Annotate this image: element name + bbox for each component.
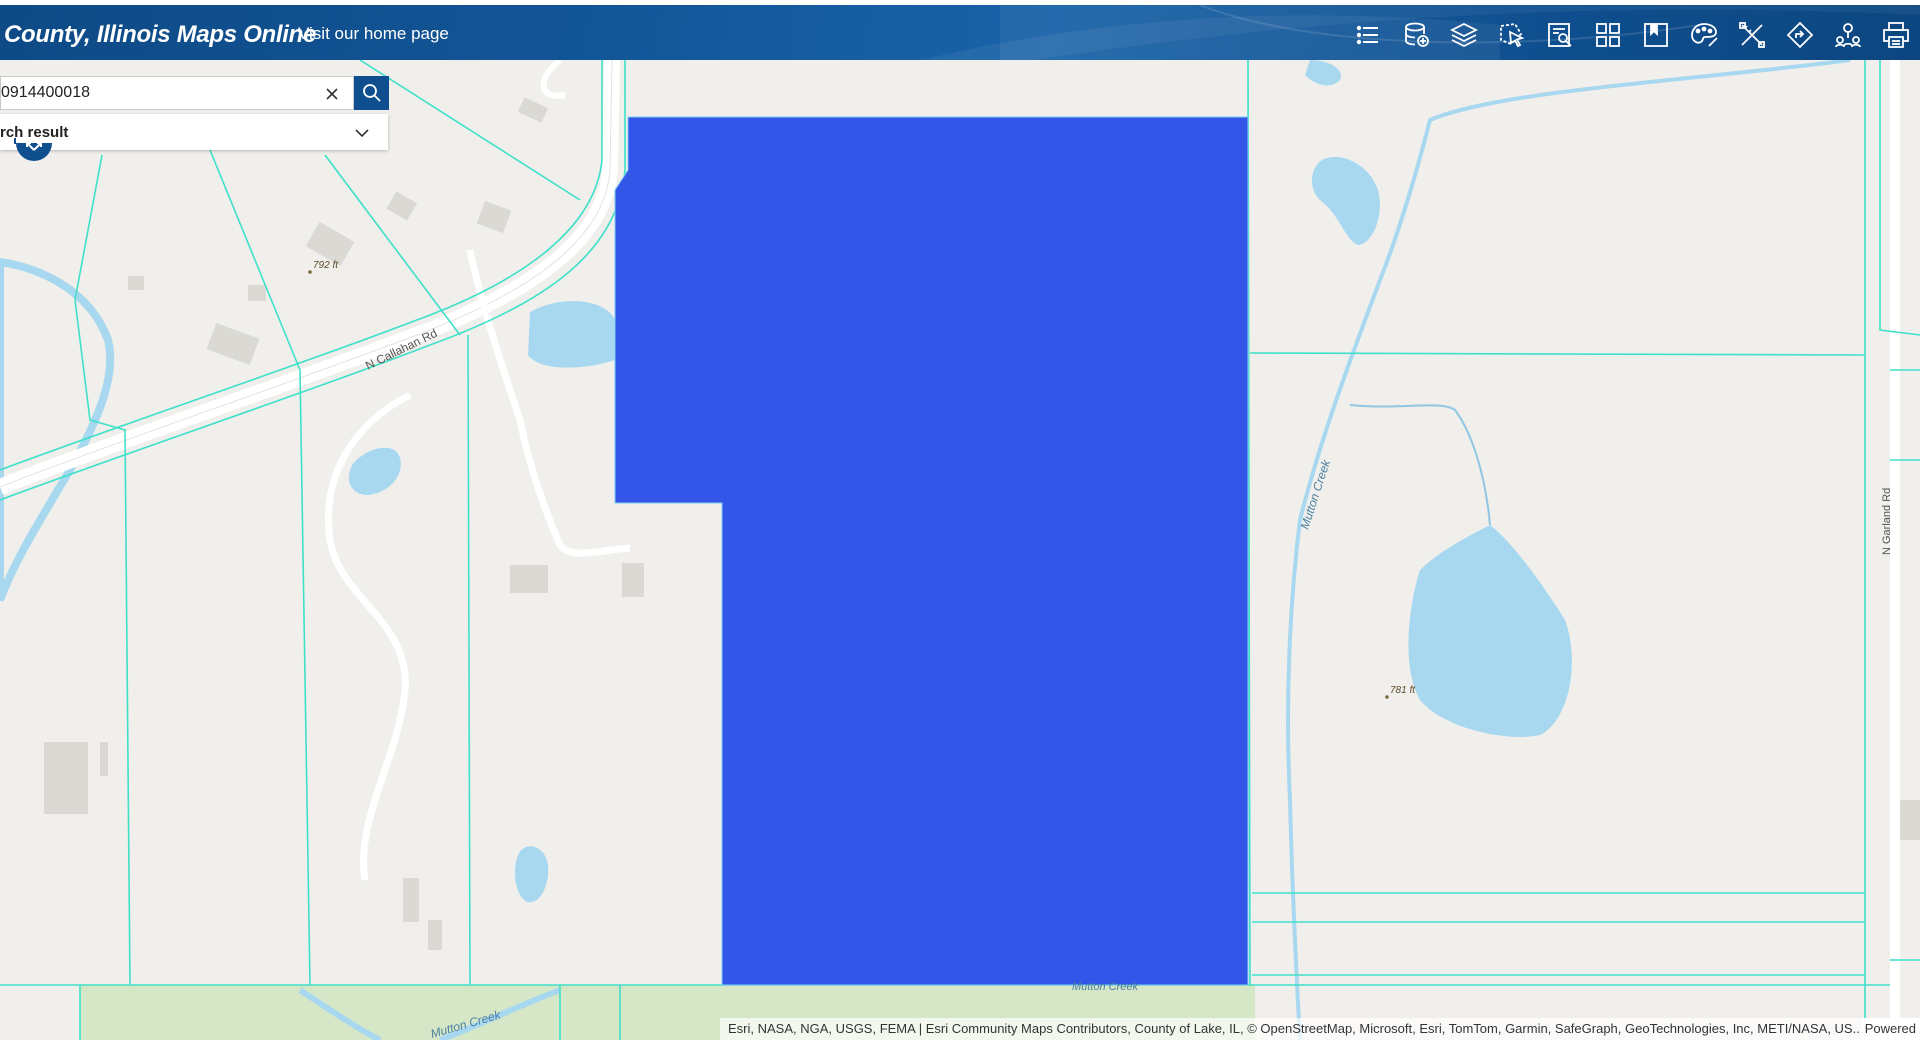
map-view[interactable]: N Callahan Rd N Garland Rd Mutton Creek … [0, 60, 1920, 1040]
toolbar-bookmark-button[interactable] [1632, 13, 1680, 57]
directions-icon [1786, 21, 1814, 49]
app-title: County, Illinois Maps Online [4, 21, 317, 48]
toolbar-draw-button[interactable] [1680, 13, 1728, 57]
basemap[interactable]: N Callahan Rd N Garland Rd Mutton Creek … [0, 60, 1920, 1040]
elevation-point-1 [308, 270, 312, 274]
grid-icon [1596, 23, 1620, 47]
clear-search-icon[interactable] [321, 83, 343, 105]
toolbar-add-data-button[interactable] [1392, 13, 1440, 57]
toolbar-measure-button[interactable] [1728, 13, 1776, 57]
toolbar-basemap-gallery-button[interactable] [1584, 13, 1632, 57]
print-icon [1883, 22, 1909, 48]
search-result-dropdown[interactable]: rch result [0, 114, 388, 150]
database-add-icon [1405, 22, 1429, 47]
selected-parcel[interactable] [614, 116, 1249, 986]
cul-de-sac [540, 60, 566, 99]
toolbar-directions-button[interactable] [1776, 13, 1824, 57]
pond-south [515, 846, 549, 903]
creek-label-1: Mutton Creek [1298, 457, 1334, 531]
pond-small [348, 447, 401, 495]
pond-east-north [1311, 156, 1380, 245]
search-icon [362, 84, 381, 102]
toolbar-print-button[interactable] [1872, 13, 1920, 57]
toolbar-near-me-button[interactable] [1824, 13, 1872, 57]
toolbar-query-button[interactable] [1536, 13, 1584, 57]
palette-icon [1691, 23, 1718, 47]
home-page-link[interactable]: Visit our home page [298, 24, 449, 44]
layers-icon [1449, 22, 1479, 48]
elevation-point-2 [1385, 695, 1389, 699]
creek-label-2: Mutton Creek [1072, 981, 1139, 993]
pond-north [528, 301, 615, 368]
elevation-label-1: 792 ft [313, 260, 339, 271]
zoom-to-extent-icon[interactable] [14, 138, 54, 168]
creek-tributary [1349, 404, 1491, 526]
select-cursor-icon [1500, 23, 1525, 48]
powered-by-label[interactable]: Powered [1860, 1018, 1920, 1040]
lake-east [1408, 525, 1572, 737]
bookmark-icon [1644, 23, 1668, 47]
pond-top [1305, 60, 1341, 86]
elevation-label-2: 781 ft [1390, 685, 1416, 696]
chevron-down-icon[interactable] [352, 123, 372, 143]
measure-tools-icon [1739, 22, 1765, 48]
toolbar-list-button[interactable] [1344, 13, 1392, 57]
stream-west [0, 257, 115, 602]
toolbar [1344, 13, 1920, 57]
search-container [0, 76, 354, 110]
toolbar-layers-button[interactable] [1440, 13, 1488, 57]
attribution-text: Esri, NASA, NGA, USGS, FEMA | Esri Commu… [728, 1021, 1864, 1036]
garland-road-label: N Garland Rd [1881, 488, 1893, 555]
app-header: County, Illinois Maps Online Visit our h… [0, 0, 1920, 60]
list-icon [1356, 25, 1378, 45]
search-input[interactable] [1, 77, 311, 109]
query-document-icon [1548, 23, 1572, 47]
search-button[interactable] [354, 76, 389, 110]
location-people-icon [1835, 23, 1861, 48]
toolbar-select-button[interactable] [1488, 13, 1536, 57]
map-attribution: Esri, NASA, NGA, USGS, FEMA | Esri Commu… [720, 1018, 1920, 1040]
